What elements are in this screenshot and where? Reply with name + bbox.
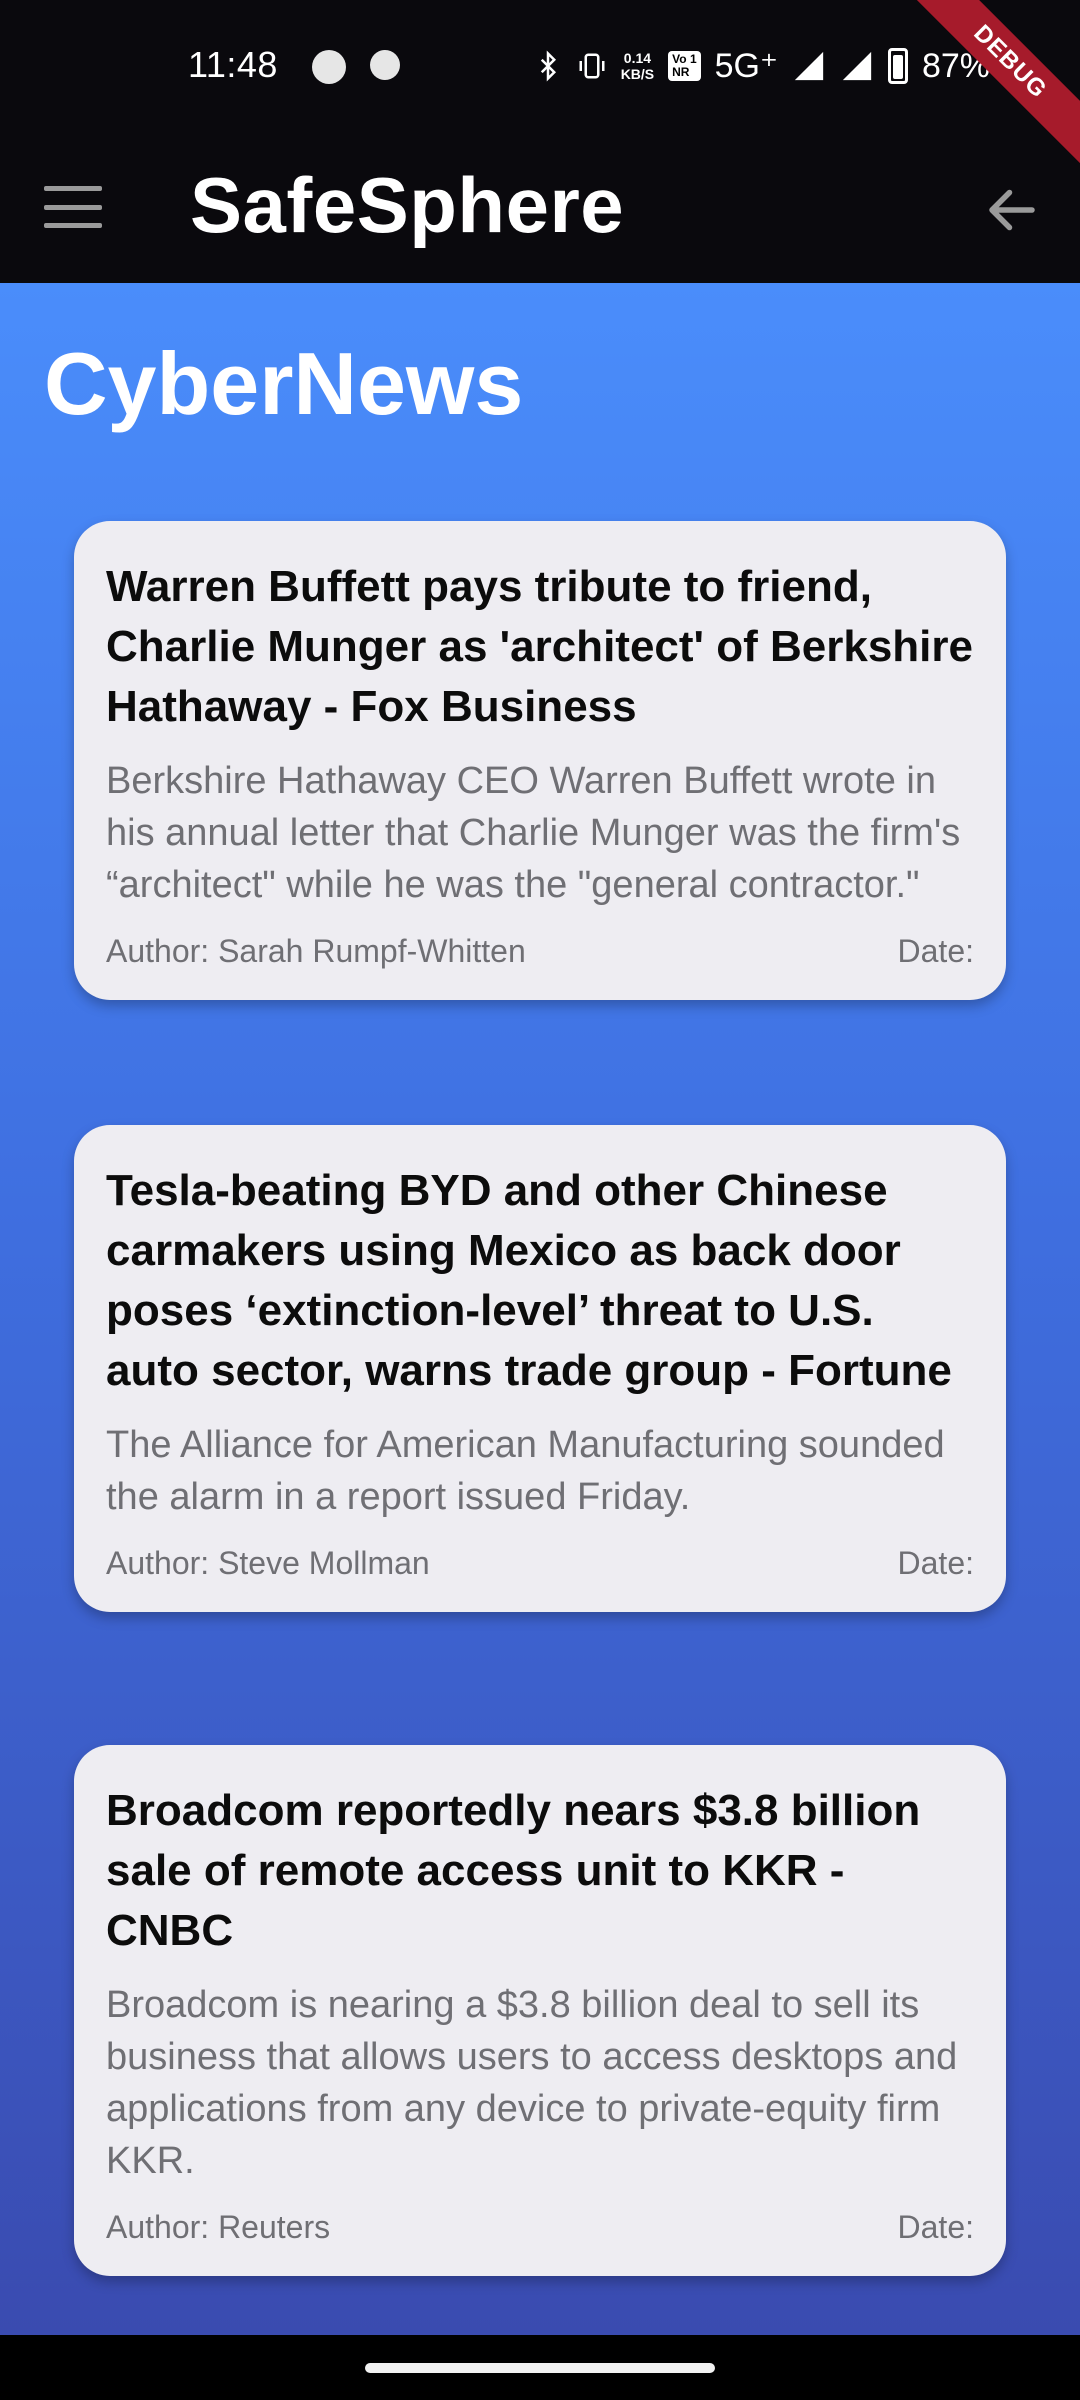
signal-icon bbox=[842, 51, 872, 81]
news-card[interactable]: Warren Buffett pays tribute to friend, C… bbox=[74, 521, 1006, 1000]
article-author: Author: Reuters bbox=[106, 2209, 331, 2245]
vibrate-icon bbox=[579, 53, 605, 79]
news-content[interactable]: CyberNews Warren Buffett pays tribute to… bbox=[0, 283, 1080, 2335]
net-speed-unit: KB/S bbox=[620, 66, 655, 82]
news-card[interactable]: Tesla-beating BYD and other Chinese carm… bbox=[74, 1125, 1006, 1612]
article-date: Date: bbox=[897, 2209, 974, 2245]
article-title: Broadcom reportedly nears $3.8 billion s… bbox=[106, 1786, 921, 1955]
vonr-nr: NR bbox=[672, 65, 690, 79]
signal-icon bbox=[794, 51, 824, 81]
hamburger-menu-icon[interactable] bbox=[44, 186, 102, 228]
article-date: Date: bbox=[897, 933, 974, 969]
article-description: Berkshire Hathaway CEO Warren Buffett wr… bbox=[106, 760, 961, 906]
system-nav-bar bbox=[0, 2335, 1080, 2400]
status-bar: 11:48 0.14 KB/S Vo 1 NR 5G⁺ 87% bbox=[0, 0, 1080, 130]
article-author: Author: Sarah Rumpf-Whitten bbox=[106, 933, 526, 969]
article-meta: Author: Reuters Date: bbox=[106, 2209, 974, 2246]
vonr-badge: Vo 1 NR bbox=[668, 51, 701, 81]
app-title: SafeSphere bbox=[190, 161, 625, 249]
app-icon bbox=[312, 50, 346, 84]
status-right-icons: 0.14 KB/S Vo 1 NR 5G⁺ 87% bbox=[533, 46, 990, 86]
page-title: CyberNews bbox=[44, 334, 524, 433]
article-description: Broadcom is nearing a $3.8 billion deal … bbox=[106, 1984, 958, 2182]
net-speed-value: 0.14 bbox=[623, 50, 652, 66]
article-title: Tesla-beating BYD and other Chinese carm… bbox=[106, 1166, 952, 1395]
notification-icon bbox=[370, 50, 400, 80]
home-gesture-handle[interactable] bbox=[365, 2363, 715, 2373]
news-card[interactable]: Broadcom reportedly nears $3.8 billion s… bbox=[74, 1745, 1006, 2276]
vonr-sim: 1 bbox=[689, 52, 697, 66]
battery-icon bbox=[887, 48, 908, 84]
vonr-label: Vo bbox=[672, 52, 687, 66]
article-author: Author: Steve Mollman bbox=[106, 1545, 430, 1581]
article-meta: Author: Steve Mollman Date: bbox=[106, 1545, 974, 1582]
status-time: 11:48 bbox=[188, 44, 278, 85]
app-bar: SafeSphere bbox=[0, 130, 1080, 283]
network-type: 5G⁺ bbox=[714, 47, 778, 85]
bluetooth-icon bbox=[540, 50, 556, 82]
article-date: Date: bbox=[897, 1545, 974, 1581]
arrow-back-icon[interactable] bbox=[982, 180, 1042, 240]
status-left-icons bbox=[312, 50, 400, 84]
article-title: Warren Buffett pays tribute to friend, C… bbox=[106, 562, 973, 731]
net-speed: 0.14 KB/S bbox=[621, 50, 654, 82]
article-meta: Author: Sarah Rumpf-Whitten Date: bbox=[106, 933, 974, 970]
article-description: The Alliance for American Manufacturing … bbox=[106, 1424, 945, 1518]
